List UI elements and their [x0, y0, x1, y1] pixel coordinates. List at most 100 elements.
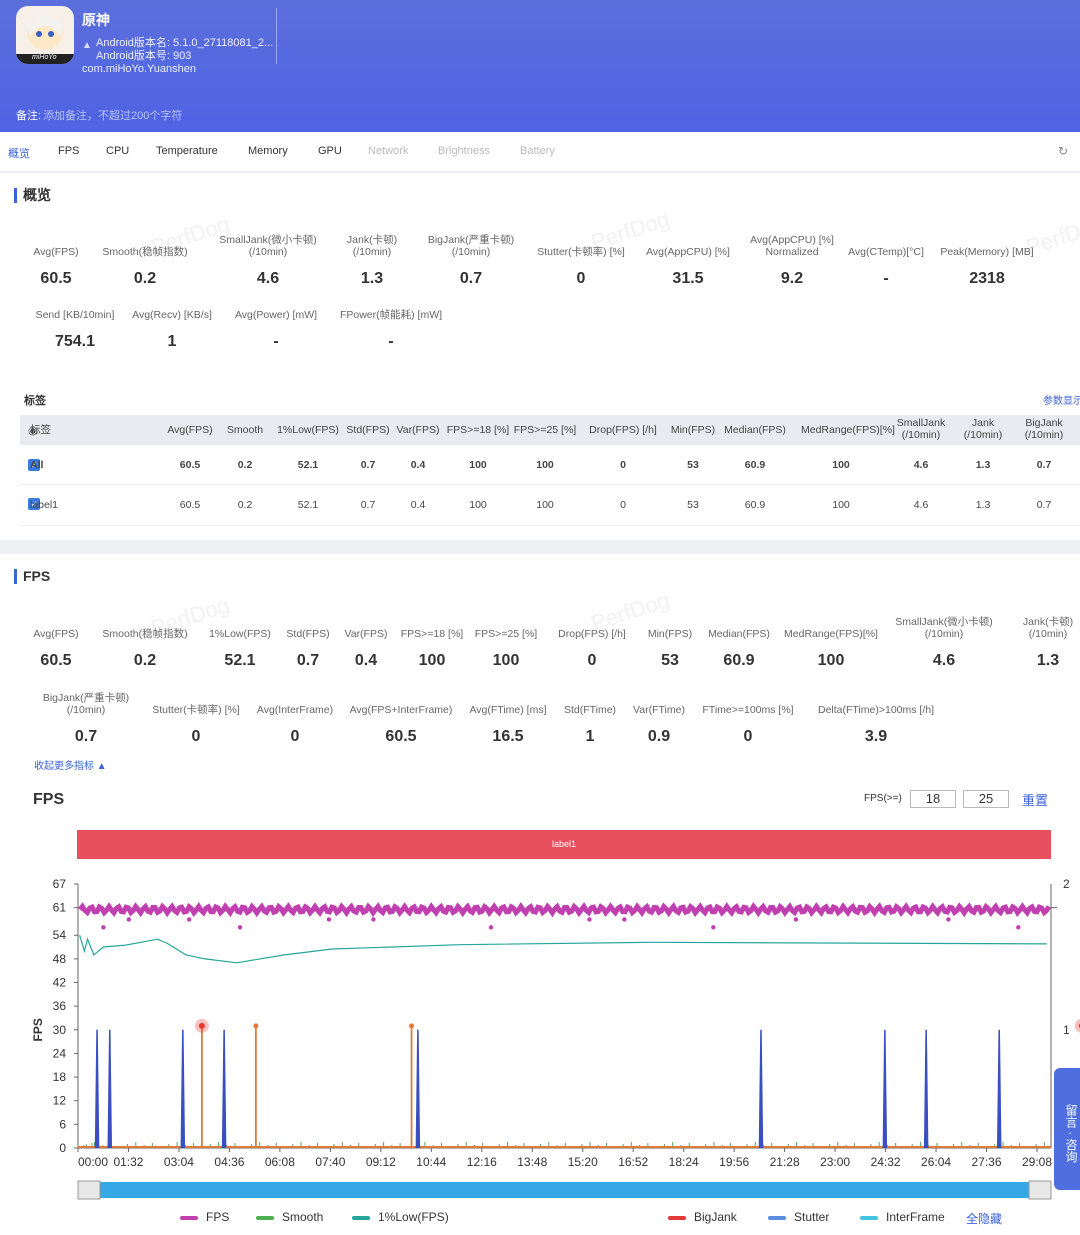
overview-title: 概览	[14, 188, 51, 203]
metric-value: 1	[167, 333, 177, 350]
table-cell: 100	[832, 459, 850, 471]
collapse-metrics-label: 收起更多指标	[34, 761, 94, 772]
metric-value: 1.3	[1036, 652, 1060, 669]
header-divider	[276, 8, 277, 64]
tab-brightness[interactable]: Brightness	[438, 145, 490, 157]
metric-value: 0	[576, 270, 586, 287]
y-tick-label: 30	[53, 1023, 67, 1037]
metric-label: FTime>=100ms [%]	[678, 704, 818, 716]
app-name: 原神	[82, 12, 110, 28]
table-cell: 100	[536, 459, 554, 471]
table-header-cell[interactable]: Drop(FPS) [/h]	[583, 424, 663, 436]
table-header-line: Median(FPS)	[724, 424, 786, 436]
metric-value: 754.1	[54, 333, 96, 350]
fps-dip-point	[793, 917, 799, 922]
metric-value: -	[883, 270, 889, 287]
range-handle-right	[1028, 1180, 1052, 1200]
legend-item[interactable]: BigJank	[668, 1210, 737, 1224]
feedback-button[interactable]: 留言 · 咨询	[1054, 1068, 1080, 1190]
x-tick-label: 06:08	[265, 1155, 295, 1169]
jank-spike	[107, 1029, 113, 1149]
fps-chart[interactable]: 67 61 54 48 42 36 30 24 18 12 6 0 2 1 FPS 00:00 01:32 03:…	[0, 870, 1080, 1210]
table-cell: 100	[832, 499, 850, 511]
x-tick-label: 09:12	[366, 1155, 396, 1169]
table-header-cell[interactable]: MedRange(FPS)[%]	[801, 424, 895, 436]
param-display-link[interactable]: 参数显示	[1043, 392, 1080, 407]
table-row[interactable]: ✓ label1 60.5 0.2 52.1 0.7 0.4 100 100 0 53 60.9 10…	[20, 486, 1080, 526]
legend-item[interactable]: Stutter	[768, 1210, 829, 1224]
tab-temperature[interactable]: Temperature	[156, 145, 218, 157]
y-tick-label: 42	[53, 976, 67, 990]
metric-label-line: (/10min)	[1028, 628, 1068, 640]
legend-item[interactable]: 1%Low(FPS)	[352, 1210, 449, 1224]
y-tick-label: 54	[53, 928, 67, 942]
table-header-cell[interactable]: 标签	[30, 424, 110, 436]
note-placeholder[interactable]: 添加备注，不超过200个字符	[43, 110, 182, 122]
collapse-metrics-link[interactable]: 收起更多指标 ▲	[34, 757, 107, 772]
fps-threshold-input-2[interactable]: 25	[963, 790, 1009, 808]
jank-spike	[882, 1029, 888, 1149]
metric-label: Delta(FTime)>100ms [/h]	[806, 704, 946, 716]
note-field[interactable]: 备注: 添加备注，不超过200个字符	[16, 107, 182, 123]
metric-value: 60.9	[723, 652, 755, 669]
metric-value: 0.2	[133, 652, 157, 669]
metric-value: 0.9	[647, 728, 671, 745]
y2-tick-label: 2	[1063, 877, 1070, 891]
table-header-line: FPS>=25 [%]	[513, 424, 577, 436]
fps-dip-point	[587, 917, 592, 922]
legend-item[interactable]: FPS	[180, 1210, 229, 1224]
hide-all-button[interactable]: 全隐藏	[966, 1210, 1002, 1227]
metric-value: 0.7	[459, 270, 483, 287]
table-header-line: (/10min)	[1024, 429, 1064, 441]
fps-threshold-input-1[interactable]: 18	[910, 790, 956, 808]
metric-value: 31.5	[672, 270, 704, 287]
refresh-icon[interactable]: ↻	[1058, 144, 1068, 158]
legend-label: 1%Low(FPS)	[378, 1210, 449, 1224]
chevron-up-icon: ▲	[96, 761, 107, 772]
table-cell: 0.7	[1036, 499, 1052, 511]
metric-label-line: Delta(FTime)>100ms [/h]	[817, 704, 935, 716]
reset-button[interactable]: 重置	[1022, 790, 1048, 809]
table-header-cell[interactable]: BigJank (/10min)	[1004, 417, 1080, 441]
y-tick-label: 24	[53, 1046, 67, 1060]
table-cell: 60.9	[744, 499, 766, 511]
x-tick-label: 29:08	[1022, 1155, 1052, 1169]
legend-label: Smooth	[282, 1210, 324, 1224]
fps-dip-point	[488, 925, 494, 930]
chart-title: FPS	[33, 791, 65, 808]
tab-cpu[interactable]: CPU	[106, 145, 129, 157]
table-header-cell[interactable]: Median(FPS)	[715, 424, 795, 436]
table-cell: 60.9	[744, 459, 766, 471]
metric-value: 0	[743, 728, 753, 745]
table-header-cell[interactable]: FPS>=25 [%]	[505, 424, 585, 436]
legend-swatch	[180, 1215, 198, 1220]
jank-spike	[923, 1029, 929, 1149]
metric-value: -	[388, 333, 394, 350]
fps-threshold-label: FPS(>=)	[864, 793, 902, 804]
table-cell: label1	[30, 499, 59, 511]
tab-network[interactable]: Network	[368, 145, 408, 157]
range-handle-left	[77, 1180, 101, 1200]
label-band[interactable]: label1	[77, 830, 1051, 859]
tab-battery[interactable]: Battery	[520, 145, 555, 157]
metric-label-line: FTime>=100ms [%]	[702, 704, 794, 716]
tab-memory[interactable]: Memory	[248, 145, 288, 157]
legend-label: InterFrame	[886, 1210, 945, 1224]
tab-fps[interactable]: FPS	[58, 145, 79, 157]
x-tick-label: 23:00	[820, 1155, 850, 1169]
table-cell: 100	[536, 499, 554, 511]
tab-overview[interactable]: 概览	[8, 145, 30, 161]
legend-item[interactable]: InterFrame	[860, 1210, 945, 1224]
app-icon-brand: miHoYo	[32, 54, 57, 61]
metric-label: Smooth(稳帧指数)	[75, 246, 215, 258]
tab-gpu[interactable]: GPU	[318, 145, 342, 157]
x-tick-label: 07:40	[315, 1155, 345, 1169]
x-tick-label: 19:56	[719, 1155, 749, 1169]
legend-swatch	[256, 1215, 274, 1220]
x-tick-label: 15:20	[568, 1155, 598, 1169]
fps-dip-point	[711, 925, 716, 930]
fps-dip-point	[946, 917, 951, 922]
legend-item[interactable]: Smooth	[256, 1210, 323, 1224]
table-row[interactable]: ✓ All 60.5 0.2 52.1 0.7 0.4 100 100 0 53 60.9 100 4.…	[20, 445, 1080, 485]
jank-spike	[94, 1029, 100, 1149]
